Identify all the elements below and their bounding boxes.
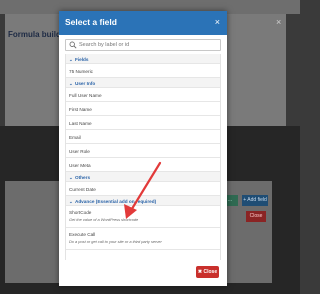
section-label: ⌄ Others xyxy=(69,174,91,180)
list-item[interactable]: Last Name xyxy=(66,116,220,130)
close-x-icon: ✖ xyxy=(197,269,203,275)
background-close-button: Close xyxy=(246,211,266,222)
chevron-down-icon: ⌄ xyxy=(69,56,73,62)
section-label: ⌄ Fields xyxy=(69,56,89,62)
select-field-modal: Select a field × ⌄Fields 75 Numeric ⌄Use… xyxy=(59,11,227,286)
list-item-execute-call[interactable]: Execute Call Do a post or get call to yo… xyxy=(66,228,220,250)
list-item[interactable]: User Meta xyxy=(66,158,220,172)
list-item[interactable]: Email xyxy=(66,130,220,144)
chevron-down-icon: ⌄ xyxy=(69,80,73,86)
close-button[interactable]: ✖ Close xyxy=(196,266,219,278)
section-label: ⌄ Advance (Essential add on required) xyxy=(69,198,157,204)
close-button-label: Close xyxy=(203,269,218,275)
modal-title: Select a field xyxy=(65,17,117,27)
section-header-others[interactable]: ⌄ Others xyxy=(66,172,220,182)
section-header-fields[interactable]: ⌄ Fields xyxy=(66,54,220,64)
item-description: Do a post or get call to your site or a … xyxy=(69,239,162,244)
chevron-down-icon: ⌄ xyxy=(69,174,73,180)
item-description: Get the value of a WordPress shortcode xyxy=(69,217,139,222)
search-field[interactable] xyxy=(65,39,221,51)
modal-header: Select a field × xyxy=(59,11,227,35)
list-item[interactable]: Current Date xyxy=(66,182,220,196)
field-list: ⌄ Fields 75 Numeric ⌄ User Info Full User … xyxy=(65,54,221,260)
search-input[interactable] xyxy=(79,40,219,50)
close-icon[interactable]: × xyxy=(215,17,220,27)
section-header-user-info[interactable]: ⌄ User Info xyxy=(66,78,220,88)
list-item[interactable]: User Role xyxy=(66,144,220,158)
section-header-advance[interactable]: ⌄ Advance (Essential add on required) xyxy=(66,196,220,206)
background-add-field-button: + Add field xyxy=(242,195,268,206)
list-item[interactable]: 75 Numeric xyxy=(66,64,220,78)
background-close-icon: × xyxy=(276,17,282,27)
list-item[interactable]: First Name xyxy=(66,102,220,116)
list-item[interactable]: Full User Name xyxy=(66,88,220,102)
section-label: ⌄ User Info xyxy=(69,80,96,86)
list-item-shortcode[interactable]: ShortCode Get the value of a WordPress s… xyxy=(66,206,220,228)
background-window-title: Formula build xyxy=(8,30,61,39)
search-icon xyxy=(69,41,77,49)
chevron-down-icon: ⌄ xyxy=(69,198,73,204)
